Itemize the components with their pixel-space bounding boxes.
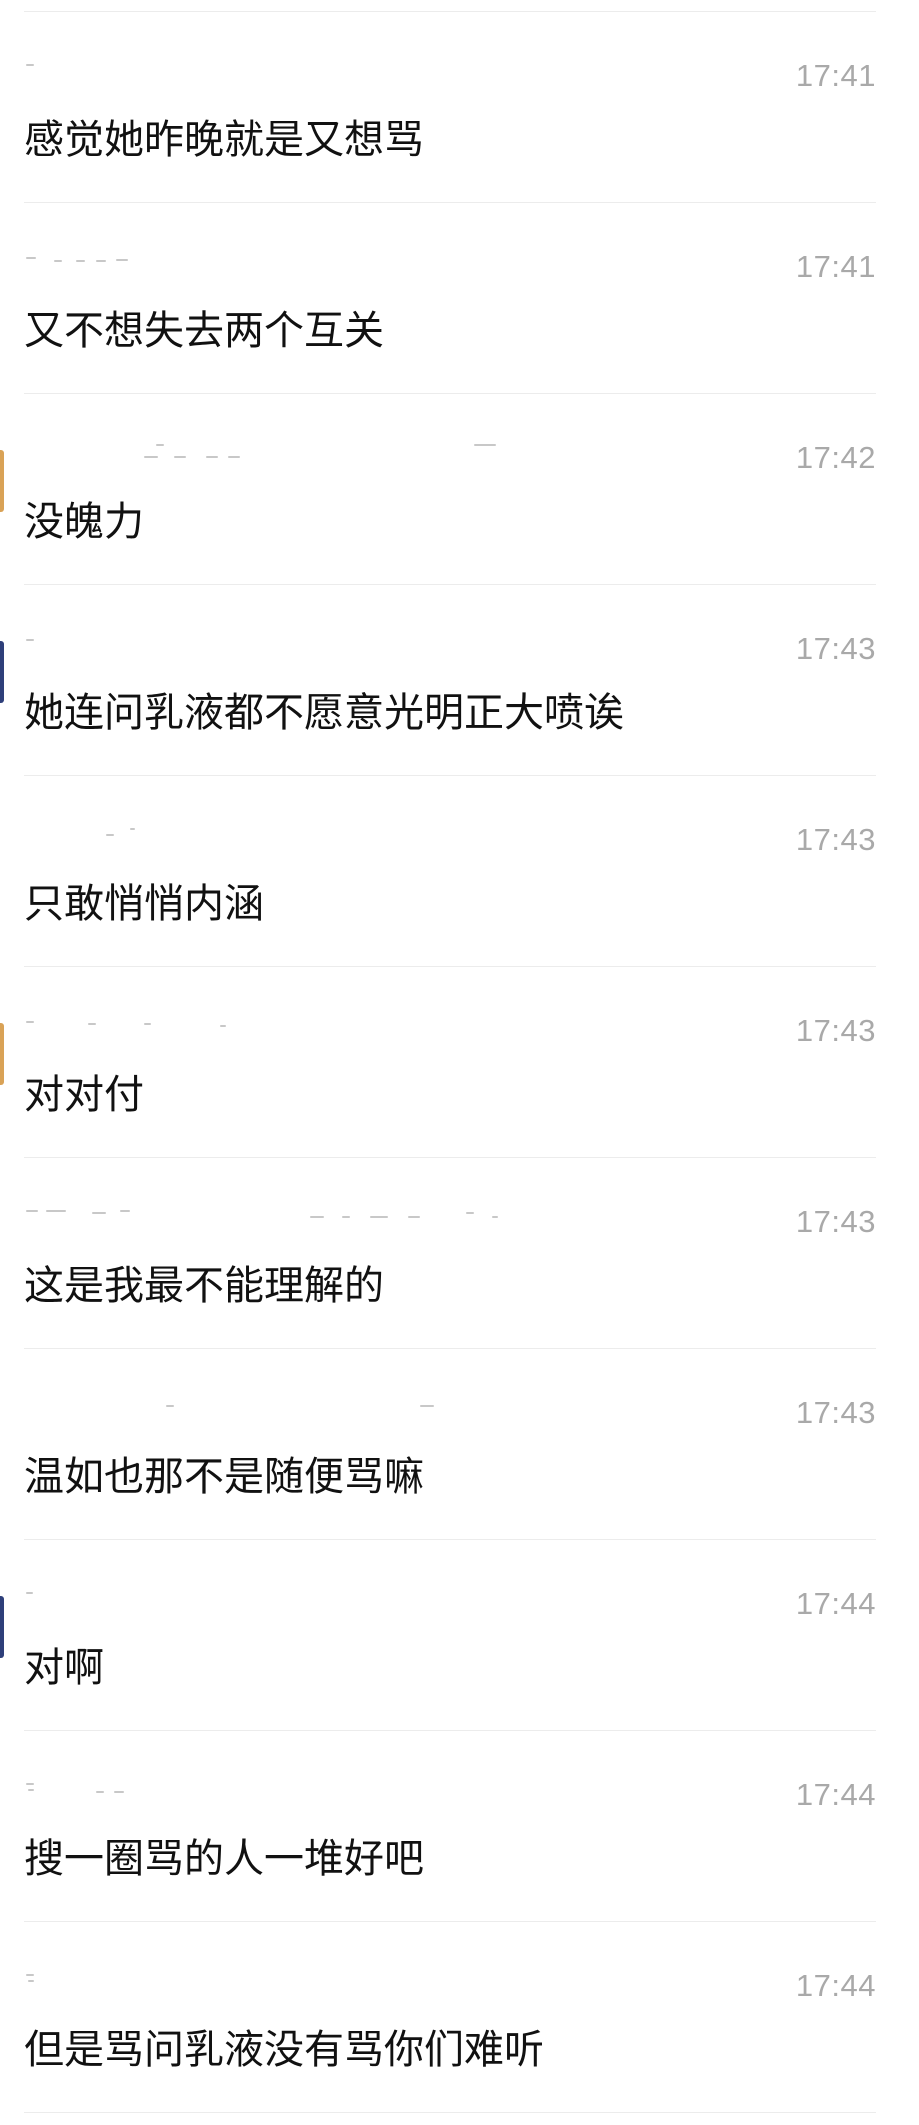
- message-time: 17:43: [795, 822, 876, 857]
- list-item[interactable]: 17:43 她连问乳液都不愿意光明正大喷诶: [0, 585, 876, 776]
- avatar[interactable]: [0, 1596, 4, 1658]
- message-time: 17:43: [795, 1204, 876, 1239]
- list-item[interactable]: 17:44 但是骂问乳液没有骂你们难听: [24, 1922, 876, 2113]
- message-time: 17:43: [795, 1013, 876, 1048]
- sender-name-redacted: [24, 1015, 524, 1029]
- message-time: 17:44: [795, 1777, 876, 1812]
- message-text: 她连问乳液都不愿意光明正大喷诶: [24, 690, 624, 736]
- message-text: 对啊: [24, 1645, 104, 1691]
- message-text: 但是骂问乳液没有骂你们难听: [24, 2027, 544, 2073]
- message-text: 感觉她昨晚就是又想骂: [24, 117, 424, 163]
- sender-name-redacted: [24, 633, 524, 647]
- message-list[interactable]: 17:41 感觉她昨晚就是又想骂 17:41 又不想失去两个互关 17:42 没…: [0, 12, 919, 2113]
- message-time: 17:44: [795, 1586, 876, 1621]
- list-item[interactable]: 17:44 对啊: [0, 1540, 876, 1731]
- list-item[interactable]: 17:41 又不想失去两个互关: [24, 203, 876, 394]
- avatar[interactable]: [0, 1023, 4, 1085]
- sender-name-redacted: [24, 1588, 524, 1602]
- sender-name-redacted: [24, 824, 524, 838]
- message-text: 搜一圈骂的人一堆好吧: [24, 1836, 424, 1882]
- list-item[interactable]: 17:41 感觉她昨晚就是又想骂: [24, 12, 876, 203]
- message-time: 17:42: [795, 440, 876, 475]
- list-item[interactable]: 17:43 这是我最不能理解的: [24, 1158, 876, 1349]
- message-time: 17:43: [795, 631, 876, 666]
- list-item[interactable]: 17:43 只敢悄悄内涵: [24, 776, 876, 967]
- list-item[interactable]: 17:42 没魄力: [0, 394, 876, 585]
- sender-name-redacted: [24, 1206, 524, 1220]
- message-text: 又不想失去两个互关: [24, 308, 384, 354]
- sender-name-redacted: [24, 1397, 524, 1411]
- sender-name-redacted: [24, 442, 524, 458]
- avatar[interactable]: [0, 450, 4, 512]
- message-time: 17:41: [795, 249, 876, 284]
- message-text: 没魄力: [24, 499, 144, 545]
- message-text: 这是我最不能理解的: [24, 1263, 384, 1309]
- sender-name-redacted: [24, 1970, 524, 1984]
- message-time: 17:44: [795, 1968, 876, 2003]
- message-text: 对对付: [24, 1072, 144, 1118]
- sender-name-redacted: [24, 1779, 524, 1793]
- avatar[interactable]: [0, 641, 4, 703]
- message-text: 只敢悄悄内涵: [24, 881, 264, 927]
- sender-name-redacted: [24, 251, 524, 265]
- list-item[interactable]: 17:43 温如也那不是随便骂嘛: [24, 1349, 876, 1540]
- message-time: 17:41: [795, 58, 876, 93]
- list-item[interactable]: 17:44 搜一圈骂的人一堆好吧: [24, 1731, 876, 1922]
- list-item[interactable]: 17:43 对对付: [0, 967, 876, 1158]
- message-text: 温如也那不是随便骂嘛: [24, 1454, 424, 1500]
- sender-name-redacted: [24, 60, 524, 74]
- message-time: 17:43: [795, 1395, 876, 1430]
